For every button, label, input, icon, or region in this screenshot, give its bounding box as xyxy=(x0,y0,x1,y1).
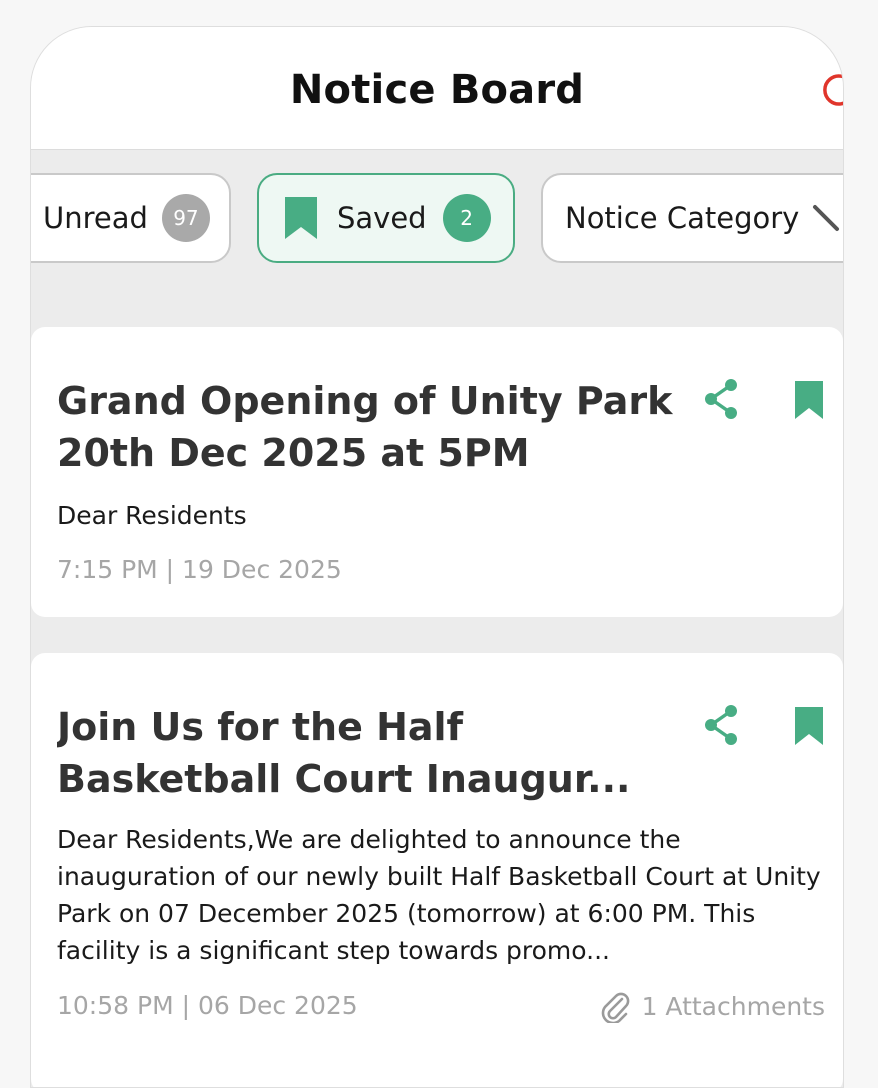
filter-chips: Unread 97 Saved 2 Notice Category xyxy=(31,173,843,267)
refresh-icon[interactable] xyxy=(821,71,844,107)
saved-count-badge: 2 xyxy=(442,194,491,242)
share-icon[interactable] xyxy=(701,377,741,421)
notice-title: Join Us for the Half Basketball Court In… xyxy=(57,705,631,801)
share-icon[interactable] xyxy=(701,703,741,747)
paperclip-icon xyxy=(601,992,629,1023)
notice-card[interactable]: Grand Opening of Unity Park 20th Dec 202… xyxy=(31,327,843,617)
bookmark-icon[interactable] xyxy=(789,379,829,423)
bookmark-icon[interactable] xyxy=(789,705,829,749)
category-chip-label: Notice Category xyxy=(565,201,800,235)
attachments-label: 1 Attachments xyxy=(641,991,825,1021)
top-app-bar: Notice Board xyxy=(31,27,843,150)
unread-chip-label: Unread xyxy=(43,201,148,235)
unread-filter-chip[interactable]: Unread 97 xyxy=(31,173,231,263)
pencil-icon xyxy=(813,205,840,231)
notice-board-screen: Notice Board Unread 97 Saved 2 Notice Ca… xyxy=(30,26,844,1088)
unread-count-badge: 97 xyxy=(161,194,210,242)
notice-body: Dear Residents,We are delighted to annou… xyxy=(57,825,821,965)
bookmark-icon xyxy=(285,197,317,239)
page-title: Notice Board xyxy=(289,67,585,113)
saved-chip-label: Saved xyxy=(337,201,427,235)
notice-card[interactable]: Join Us for the Half Basketball Court In… xyxy=(31,653,843,1087)
notice-timestamp: 7:15 PM | 19 Dec 2025 xyxy=(57,555,342,584)
notice-title: Grand Opening of Unity Park 20th Dec 202… xyxy=(57,379,699,475)
attachments-link[interactable]: 1 Attachments xyxy=(600,989,825,1023)
notice-category-filter-chip[interactable]: Notice Category xyxy=(541,173,843,263)
notice-timestamp: 10:58 PM | 06 Dec 2025 xyxy=(57,991,358,1020)
saved-filter-chip[interactable]: Saved 2 xyxy=(257,173,515,263)
notice-body: Dear Residents xyxy=(57,501,247,530)
